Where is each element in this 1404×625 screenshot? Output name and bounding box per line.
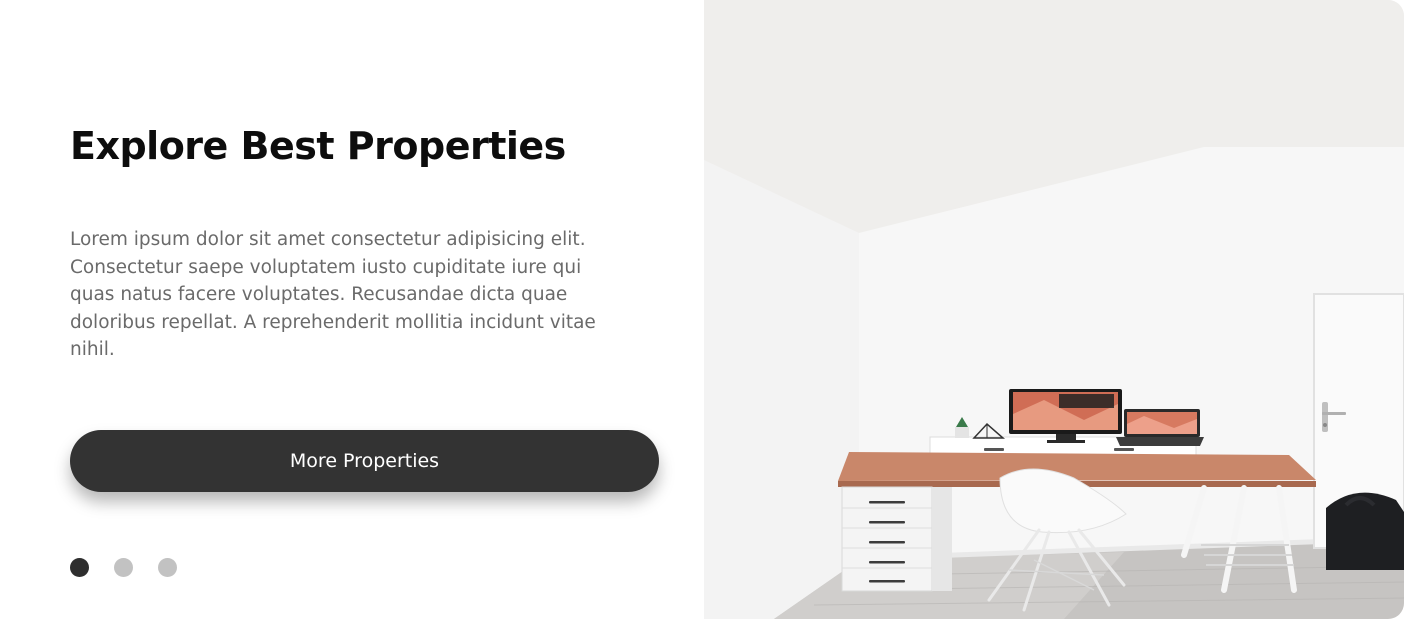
carousel-dot-2[interactable]	[114, 558, 133, 577]
property-photo	[704, 0, 1404, 619]
carousel-dot-3[interactable]	[158, 558, 177, 577]
more-properties-button[interactable]: More Properties	[70, 430, 659, 492]
hero-content: Explore Best Properties Lorem ipsum dolo…	[0, 0, 704, 625]
hero-title: Explore Best Properties	[70, 124, 566, 168]
carousel-dot-1[interactable]	[70, 558, 89, 577]
hero-description: Lorem ipsum dolor sit amet consectetur a…	[70, 229, 596, 360]
office-room-illustration	[704, 0, 1404, 619]
